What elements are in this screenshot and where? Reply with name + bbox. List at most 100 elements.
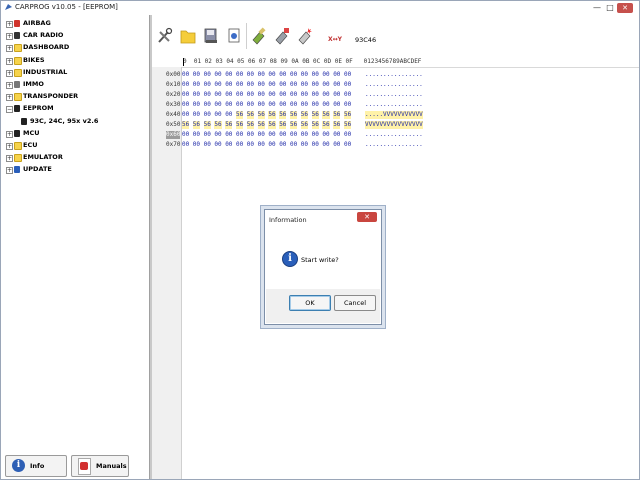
hex-byte[interactable]: 00 bbox=[225, 91, 232, 99]
ascii-column[interactable]: ................ bbox=[365, 81, 423, 89]
hex-byte[interactable]: 00 bbox=[258, 131, 265, 139]
hex-byte[interactable]: 00 bbox=[182, 101, 189, 109]
hex-byte[interactable]: 00 bbox=[279, 81, 286, 89]
hex-byte[interactable]: 00 bbox=[333, 81, 340, 89]
hex-byte[interactable]: 56 bbox=[225, 121, 233, 129]
hex-byte[interactable]: 00 bbox=[344, 81, 351, 89]
hex-byte[interactable]: 00 bbox=[301, 71, 308, 79]
minimize-button[interactable]: — bbox=[591, 3, 603, 13]
tree-expander[interactable]: + bbox=[6, 94, 13, 102]
tree-expander[interactable]: + bbox=[6, 33, 13, 41]
hex-byte[interactable]: 00 bbox=[182, 111, 189, 119]
tree-expander[interactable]: + bbox=[6, 45, 13, 53]
hex-byte[interactable]: 00 bbox=[204, 81, 211, 89]
hex-byte[interactable]: 00 bbox=[333, 101, 340, 109]
hex-byte[interactable]: 00 bbox=[258, 91, 265, 99]
tree-expander[interactable]: + bbox=[6, 82, 13, 89]
tree-item[interactable]: 93C, 24C, 95x v2.6 bbox=[1, 117, 149, 128]
hex-byte[interactable]: 00 bbox=[290, 141, 297, 149]
hex-byte[interactable]: 00 bbox=[193, 131, 200, 139]
tree-item[interactable]: + MCU bbox=[1, 129, 149, 140]
manuals-button[interactable]: Manuals bbox=[71, 455, 129, 477]
hex-byte[interactable]: 00 bbox=[258, 81, 265, 89]
hex-byte[interactable]: 00 bbox=[225, 131, 232, 139]
tree-item[interactable]: + AIRBAG bbox=[1, 19, 149, 30]
hex-byte[interactable]: 56 bbox=[246, 121, 255, 129]
tools-icon[interactable] bbox=[156, 26, 174, 46]
hex-byte[interactable]: 00 bbox=[333, 71, 340, 79]
hex-byte[interactable]: 00 bbox=[236, 141, 243, 149]
hex-byte[interactable]: 56 bbox=[192, 121, 201, 129]
hex-byte[interactable]: 00 bbox=[204, 111, 211, 119]
hex-byte[interactable]: 00 bbox=[225, 111, 232, 119]
hex-byte[interactable]: 56 bbox=[268, 111, 276, 119]
hex-byte[interactable]: 00 bbox=[214, 71, 221, 79]
tree-item[interactable]: + UPDATE bbox=[1, 165, 149, 176]
hex-byte[interactable]: 00 bbox=[268, 131, 275, 139]
hex-byte[interactable]: 56 bbox=[257, 111, 265, 119]
hex-byte[interactable]: 00 bbox=[204, 101, 211, 109]
hex-byte[interactable]: 00 bbox=[279, 71, 286, 79]
hex-byte[interactable]: 00 bbox=[225, 81, 232, 89]
hex-byte[interactable]: 00 bbox=[236, 71, 243, 79]
hex-byte[interactable]: 56 bbox=[290, 121, 298, 129]
ascii-column[interactable]: VVVVVVVVVVVVVVVV bbox=[365, 121, 423, 129]
hex-byte[interactable]: 00 bbox=[312, 141, 319, 149]
hex-byte[interactable]: 00 bbox=[290, 101, 297, 109]
hex-byte[interactable]: 00 bbox=[290, 91, 297, 99]
hex-byte[interactable]: 00 bbox=[236, 101, 243, 109]
hex-byte[interactable]: 00 bbox=[344, 71, 351, 79]
hex-byte[interactable]: 00 bbox=[344, 141, 351, 149]
hex-byte[interactable]: 00 bbox=[214, 81, 221, 89]
hex-byte[interactable]: 56 bbox=[236, 121, 244, 129]
tree-item[interactable]: + TRANSPONDER bbox=[1, 92, 149, 103]
tree-item[interactable]: − EEPROM bbox=[1, 104, 149, 115]
hex-byte[interactable]: 56 bbox=[311, 111, 319, 119]
hex-byte[interactable]: 00 bbox=[182, 91, 189, 99]
hex-byte[interactable]: 00 bbox=[193, 91, 200, 99]
hex-byte[interactable]: 00 bbox=[193, 81, 200, 89]
tree-item[interactable]: + EMULATOR bbox=[1, 153, 149, 164]
hex-byte[interactable]: 00 bbox=[258, 101, 265, 109]
hex-byte[interactable]: 00 bbox=[193, 111, 200, 119]
hex-byte[interactable]: 56 bbox=[344, 121, 352, 129]
ascii-column[interactable]: ................ bbox=[365, 71, 423, 79]
hex-byte[interactable]: 56 bbox=[344, 111, 352, 119]
hex-byte[interactable]: 00 bbox=[182, 71, 189, 79]
hex-byte[interactable]: 00 bbox=[258, 71, 265, 79]
tree-item[interactable]: + IMMO bbox=[1, 80, 149, 91]
ok-button[interactable]: OK bbox=[289, 295, 331, 311]
hex-byte[interactable]: 56 bbox=[214, 121, 222, 129]
hex-byte[interactable]: 00 bbox=[312, 81, 319, 89]
hex-byte[interactable]: 00 bbox=[247, 91, 254, 99]
hex-byte[interactable]: 00 bbox=[290, 131, 297, 139]
tree-expander[interactable]: − bbox=[6, 106, 13, 114]
hex-byte[interactable]: 00 bbox=[301, 101, 308, 109]
tree-item[interactable]: + ECU bbox=[1, 141, 149, 152]
hex-byte[interactable]: 00 bbox=[204, 71, 211, 79]
hex-byte[interactable]: 00 bbox=[344, 91, 351, 99]
hex-byte[interactable]: 00 bbox=[182, 141, 189, 149]
tree-expander[interactable]: + bbox=[6, 155, 13, 163]
hex-byte[interactable]: 00 bbox=[301, 131, 308, 139]
hex-byte[interactable]: 00 bbox=[322, 91, 329, 99]
hex-byte[interactable]: 00 bbox=[193, 71, 200, 79]
hex-byte[interactable]: 56 bbox=[300, 111, 309, 119]
hex-byte[interactable]: 00 bbox=[279, 91, 286, 99]
hex-byte[interactable]: 00 bbox=[279, 101, 286, 109]
tree-expander[interactable]: + bbox=[6, 143, 13, 150]
hex-byte[interactable]: 00 bbox=[204, 131, 211, 139]
hex-editor[interactable]: 0 01 02 03 04 05 06 07 08 09 0A 0B 0C 0D… bbox=[152, 57, 639, 479]
hex-byte[interactable]: 00 bbox=[258, 141, 265, 149]
open-folder-icon[interactable] bbox=[179, 26, 197, 46]
hex-byte[interactable]: 00 bbox=[182, 131, 189, 139]
hex-byte[interactable]: 56 bbox=[290, 111, 298, 119]
maximize-button[interactable]: □ bbox=[604, 3, 616, 13]
swap-xy-button[interactable]: X↔Y bbox=[328, 36, 342, 43]
hex-byte[interactable]: 56 bbox=[279, 111, 287, 119]
hex-byte[interactable]: 00 bbox=[225, 141, 232, 149]
tree-expander[interactable]: + bbox=[6, 69, 13, 77]
hex-byte[interactable]: 56 bbox=[236, 111, 244, 119]
hex-byte[interactable]: 00 bbox=[247, 141, 254, 149]
hex-byte[interactable]: 56 bbox=[333, 121, 341, 129]
